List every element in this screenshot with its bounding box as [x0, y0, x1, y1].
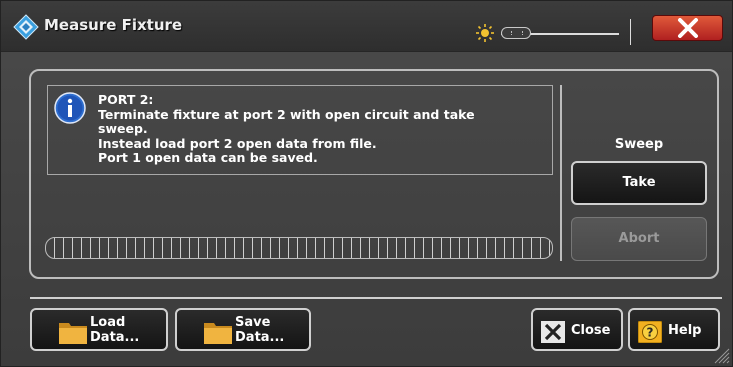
panel-separator: [560, 85, 562, 261]
close-x-icon: [678, 18, 698, 38]
instruction-text: PORT 2: Terminate fixture at port 2 with…: [98, 92, 475, 165]
take-button[interactable]: Take: [571, 161, 707, 205]
fixture-panel: PORT 2: Terminate fixture at port 2 with…: [29, 69, 719, 279]
help-label: Help: [668, 323, 702, 338]
close-label: Close: [571, 323, 611, 338]
svg-text:?: ?: [647, 326, 654, 340]
transparency-slider[interactable]: [501, 27, 619, 41]
window-close-button[interactable]: [652, 15, 723, 41]
sun-icon: [476, 24, 494, 42]
footer-divider: [30, 297, 722, 299]
title-bar[interactable]: Measure Fixture: [1, 1, 732, 52]
info-icon: [54, 92, 86, 124]
title-separator: [630, 19, 631, 45]
sweep-label: Sweep: [614, 137, 664, 152]
diamond-logo-icon: [13, 14, 39, 40]
resize-grip-icon[interactable]: [712, 346, 730, 364]
folder-icon: [204, 323, 232, 344]
measure-fixture-dialog: Measure Fixture PORT 2: Terminate fixtur…: [0, 0, 733, 367]
folder-icon: [59, 323, 87, 344]
window-title: Measure Fixture: [44, 16, 183, 34]
load-data-button[interactable]: Load Data...: [30, 308, 168, 351]
slider-handle[interactable]: [501, 27, 531, 39]
message-box: PORT 2: Terminate fixture at port 2 with…: [47, 85, 553, 175]
close-x-icon: [541, 321, 565, 343]
save-data-button[interactable]: Save Data...: [175, 308, 311, 351]
help-icon: ?: [638, 321, 662, 343]
help-button[interactable]: ? Help: [628, 308, 720, 351]
close-button[interactable]: Close: [531, 308, 623, 351]
load-data-label: Load Data...: [90, 315, 140, 345]
save-data-label: Save Data...: [235, 315, 285, 345]
progress-bar: [45, 237, 553, 259]
abort-button[interactable]: Abort: [571, 217, 707, 261]
